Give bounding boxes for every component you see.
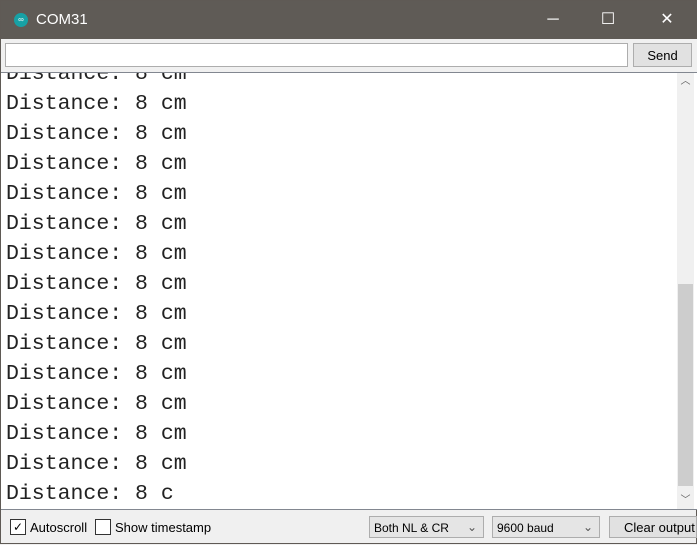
output-line: Distance: 8 cm	[6, 242, 187, 266]
output-line: Distance: 8 cm	[6, 152, 187, 176]
output-line: Distance: 8 cm	[6, 302, 187, 326]
status-bar: ✓ Autoscroll Show timestamp Both NL & CR…	[1, 510, 697, 545]
autoscroll-label: Autoscroll	[30, 520, 88, 535]
output-line: Distance: 8 cm	[6, 332, 187, 356]
chevron-down-icon: ⌄	[582, 520, 593, 534]
maximize-button[interactable]: ☐	[585, 1, 631, 39]
output-line: Distance: 8 cm	[6, 72, 187, 86]
send-button[interactable]: Send	[633, 43, 692, 67]
window-title: COM31	[36, 11, 88, 28]
output-lines: Distance: 8 cm Distance: 8 cm Distance: 8 …	[6, 72, 187, 509]
baud-select[interactable]: 9600 baud ⌄	[492, 516, 600, 538]
output-line: Distance: 8 cm	[6, 392, 187, 416]
output-line: Distance: 8 cm	[6, 422, 187, 446]
arduino-logo-icon: ∞	[14, 13, 28, 27]
output-line: Distance: 8 cm	[6, 92, 187, 116]
scrollbar-thumb[interactable]	[678, 284, 693, 486]
output-line: Distance: 8 cm	[6, 212, 187, 236]
line-ending-select[interactable]: Both NL & CR ⌄	[369, 516, 484, 538]
timestamp-checkbox[interactable]	[95, 519, 111, 535]
output-line: Distance: 8 cm	[6, 122, 187, 146]
input-row: Send	[1, 39, 697, 72]
vertical-scrollbar[interactable]: ︿ ﹀	[677, 73, 694, 509]
close-button[interactable]: ✕	[644, 1, 690, 39]
output-line: Distance: 8 cm	[6, 362, 187, 386]
title-bar: ∞ COM31 ─ ☐ ✕	[1, 1, 697, 39]
output-line: Distance: 8 cm	[6, 182, 187, 206]
serial-output: Distance: 8 cm Distance: 8 cm Distance: 8 …	[1, 72, 697, 510]
scroll-down-icon[interactable]: ﹀	[677, 492, 694, 509]
output-line: Distance: 8 c	[6, 482, 174, 506]
timestamp-label: Show timestamp	[115, 520, 212, 535]
baud-value: 9600 baud	[497, 521, 554, 535]
output-line: Distance: 8 cm	[6, 452, 187, 476]
minimize-button[interactable]: ─	[530, 1, 576, 39]
line-ending-value: Both NL & CR	[374, 521, 449, 535]
chevron-down-icon: ⌄	[466, 520, 477, 534]
scroll-up-icon[interactable]: ︿	[677, 73, 694, 90]
clear-output-button[interactable]: Clear output	[609, 516, 697, 538]
serial-input[interactable]	[5, 43, 628, 67]
autoscroll-checkbox[interactable]: ✓	[10, 519, 26, 535]
output-line: Distance: 8 cm	[6, 272, 187, 296]
